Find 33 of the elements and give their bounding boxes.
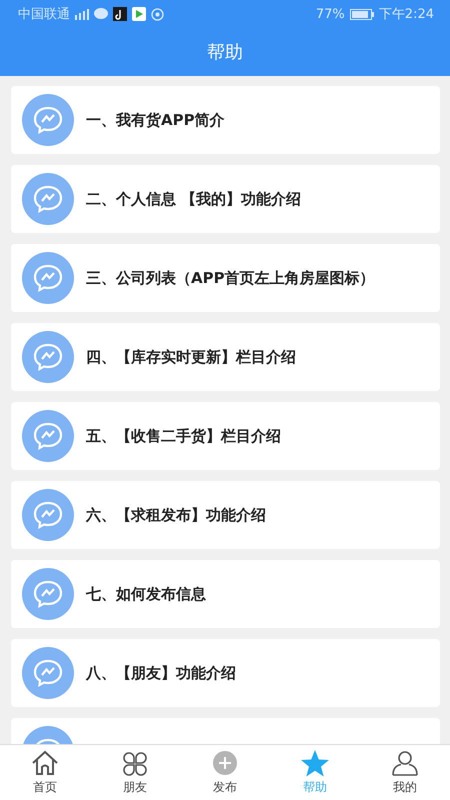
- help-item[interactable]: 七、如何发布信息: [11, 560, 440, 628]
- star-icon: [300, 749, 330, 777]
- plus-icon: [210, 749, 240, 777]
- help-item-title: 四、【库存实时更新】栏目介绍: [86, 348, 296, 366]
- help-item[interactable]: 八、【朋友】功能介绍: [11, 639, 440, 707]
- signal-icon: [75, 8, 89, 20]
- home-icon: [30, 749, 60, 777]
- clock-time: 下午2:24: [378, 6, 434, 23]
- help-item-title: 二、个人信息 【我的】功能介绍: [86, 190, 302, 208]
- app-icon: [113, 7, 127, 21]
- nav-tab[interactable]: 我的: [360, 745, 450, 800]
- help-item[interactable]: 二、个人信息 【我的】功能介绍: [11, 165, 440, 233]
- help-item[interactable]: 六、【求租发布】功能介绍: [11, 481, 440, 549]
- four-circles-icon: [120, 749, 150, 777]
- play-app-icon: [132, 7, 146, 21]
- battery-percent: 77%: [316, 6, 345, 22]
- help-item[interactable]: 三、公司列表（APP首页左上角房屋图标）: [11, 244, 440, 312]
- help-item[interactable]: 一、我有货APP简介: [11, 86, 440, 154]
- carrier-name: 中国联通: [18, 6, 70, 23]
- help-item-title: 一、我有货APP简介: [86, 110, 225, 130]
- help-item-title: 五、【收售二手货】栏目介绍: [86, 426, 281, 446]
- help-item[interactable]: 四、【库存实时更新】栏目介绍: [11, 323, 440, 391]
- nav-tab[interactable]: 首页: [0, 745, 90, 800]
- help-item-title: 六、【求租发布】功能介绍: [86, 506, 266, 524]
- user-icon: [390, 749, 420, 777]
- nav-tab[interactable]: 发布: [180, 745, 270, 800]
- page-title: 帮助: [207, 41, 243, 64]
- help-item-title: 七、如何发布信息: [86, 584, 206, 604]
- help-item-title: 三、公司列表（APP首页左上角房屋图标）: [86, 268, 375, 288]
- help-item[interactable]: 五、【收售二手货】栏目介绍: [11, 402, 440, 470]
- help-item-title: 八、【朋友】功能介绍: [86, 664, 236, 682]
- nav-tab[interactable]: 朋友: [90, 745, 180, 800]
- battery-icon: [350, 8, 374, 20]
